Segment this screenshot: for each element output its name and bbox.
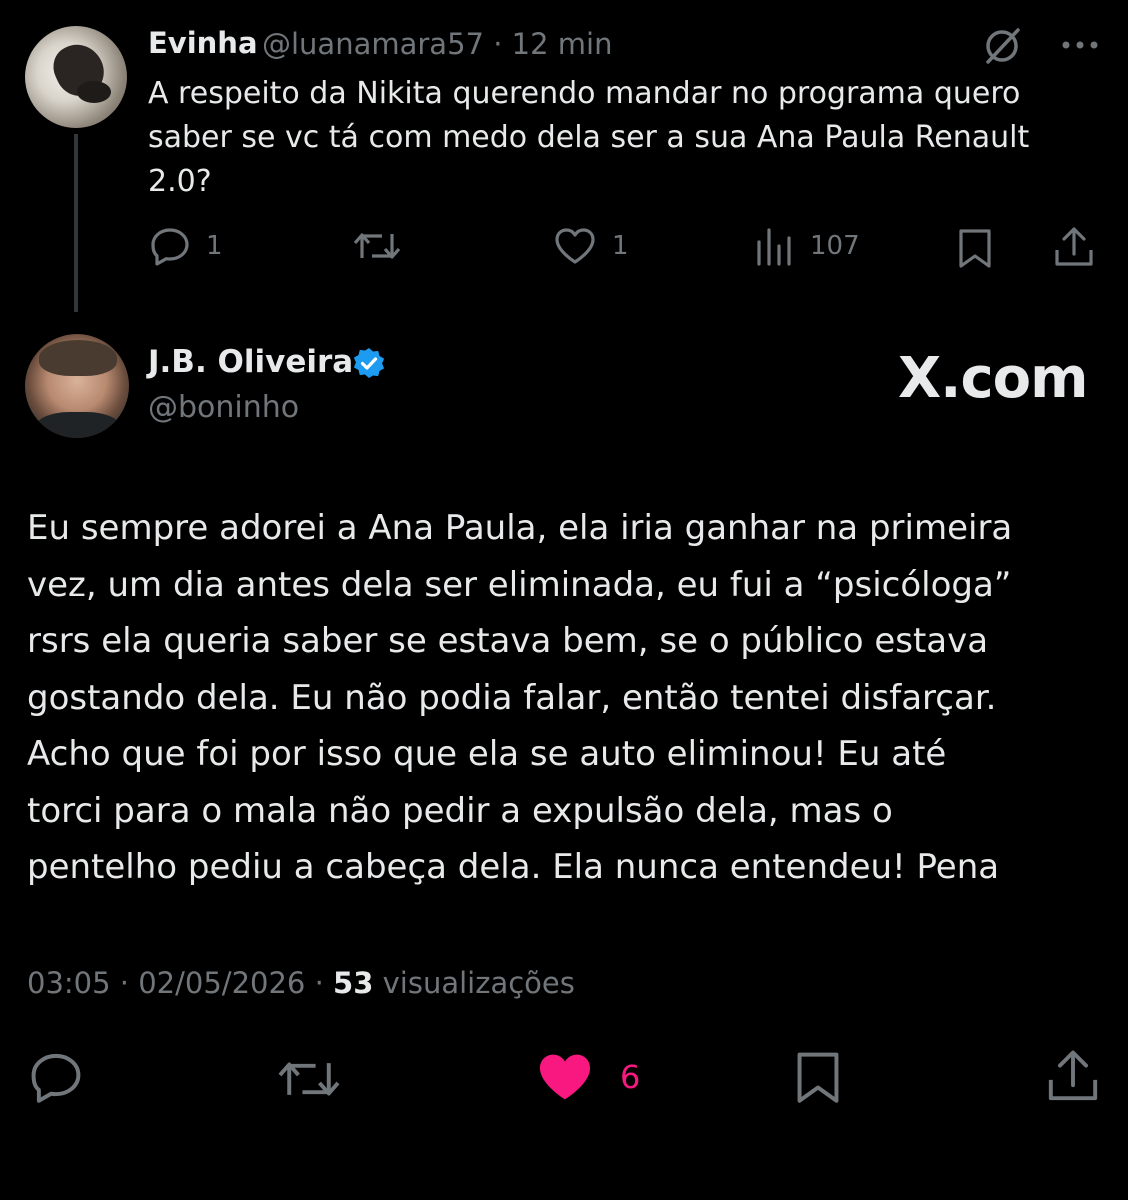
- reply-like-button[interactable]: 1: [552, 224, 629, 268]
- more-icon[interactable]: [1058, 28, 1102, 62]
- reply-display-name[interactable]: Evinha: [148, 26, 258, 60]
- reply-meta: @luanamara57 · 12 min: [262, 27, 612, 61]
- like-button[interactable]: 6: [534, 1048, 640, 1106]
- share-icon[interactable]: [1044, 1046, 1102, 1106]
- author-avatar[interactable]: [25, 334, 129, 438]
- reply-handle[interactable]: @luanamara57: [262, 27, 484, 61]
- avatar-shape: [77, 81, 111, 103]
- reply-repost-button[interactable]: [352, 224, 416, 268]
- tweet-text-line: Eu sempre adorei a Ana Paula, ela iria g…: [27, 508, 1013, 548]
- heart-icon: [555, 228, 595, 264]
- reply-reply-button[interactable]: 1: [148, 224, 223, 268]
- tweet-time[interactable]: 03:05: [27, 966, 111, 1000]
- comment-icon: [151, 228, 189, 266]
- reply-time[interactable]: 12 min: [512, 27, 613, 61]
- comment-icon[interactable]: [27, 1048, 85, 1106]
- repost-icon: [353, 233, 401, 259]
- meta-separator: ·: [119, 966, 130, 1000]
- tweet-timestamp: 03:05 · 02/05/2026 · 53 visualizações: [27, 966, 575, 1000]
- tweet-views-label: visualizações: [382, 966, 575, 1000]
- verified-badge-icon[interactable]: [352, 346, 386, 380]
- tweet-text-line: Acho que foi por isso que ela se auto el…: [27, 734, 947, 774]
- x-watermark: X.com: [898, 346, 1088, 411]
- thread-connector-line: [74, 134, 78, 312]
- tweet-views-count[interactable]: 53: [333, 966, 373, 1000]
- tweet-text-line: vez, um dia antes dela ser eliminada, eu…: [27, 564, 1012, 605]
- bookmark-icon[interactable]: [790, 1048, 846, 1106]
- reply-text: A respeito da Nikita querendo mandar no …: [148, 76, 1030, 199]
- views-icon: [757, 228, 791, 266]
- author-display-name[interactable]: J.B. Oliveira: [148, 344, 353, 380]
- reply-count: 1: [206, 231, 223, 261]
- reply-views-button[interactable]: 107: [754, 224, 860, 268]
- repost-icon[interactable]: [276, 1050, 342, 1108]
- like-count: 1: [612, 231, 629, 261]
- meta-separator: ·: [493, 27, 503, 61]
- heart-icon: [539, 1054, 591, 1100]
- reply-avatar[interactable]: [25, 26, 127, 128]
- bookmark-icon[interactable]: [954, 226, 996, 270]
- tweet-text-line: torci para o mala não pedir a expulsão d…: [27, 790, 893, 831]
- views-count: 107: [810, 231, 860, 261]
- avatar-shape: [35, 412, 121, 438]
- grok-icon[interactable]: [980, 24, 1024, 68]
- author-handle[interactable]: @boninho: [148, 390, 299, 425]
- tweet-text-line: gostando dela. Eu não podia falar, então…: [27, 677, 997, 718]
- tweet-text: Eu sempre adorei a Ana Paula, ela iria g…: [27, 500, 1107, 896]
- tweet-date[interactable]: 02/05/2026: [138, 966, 305, 1000]
- share-icon[interactable]: [1052, 224, 1096, 270]
- tweet-text-line: rsrs ela queria saber se estava bem, se …: [27, 621, 989, 661]
- meta-separator: ·: [314, 966, 324, 1000]
- avatar-shape: [39, 340, 117, 376]
- like-count: 6: [620, 1058, 641, 1096]
- tweet-text-line: pentelho pediu a cabeça dela. Ela nunca …: [27, 847, 1000, 887]
